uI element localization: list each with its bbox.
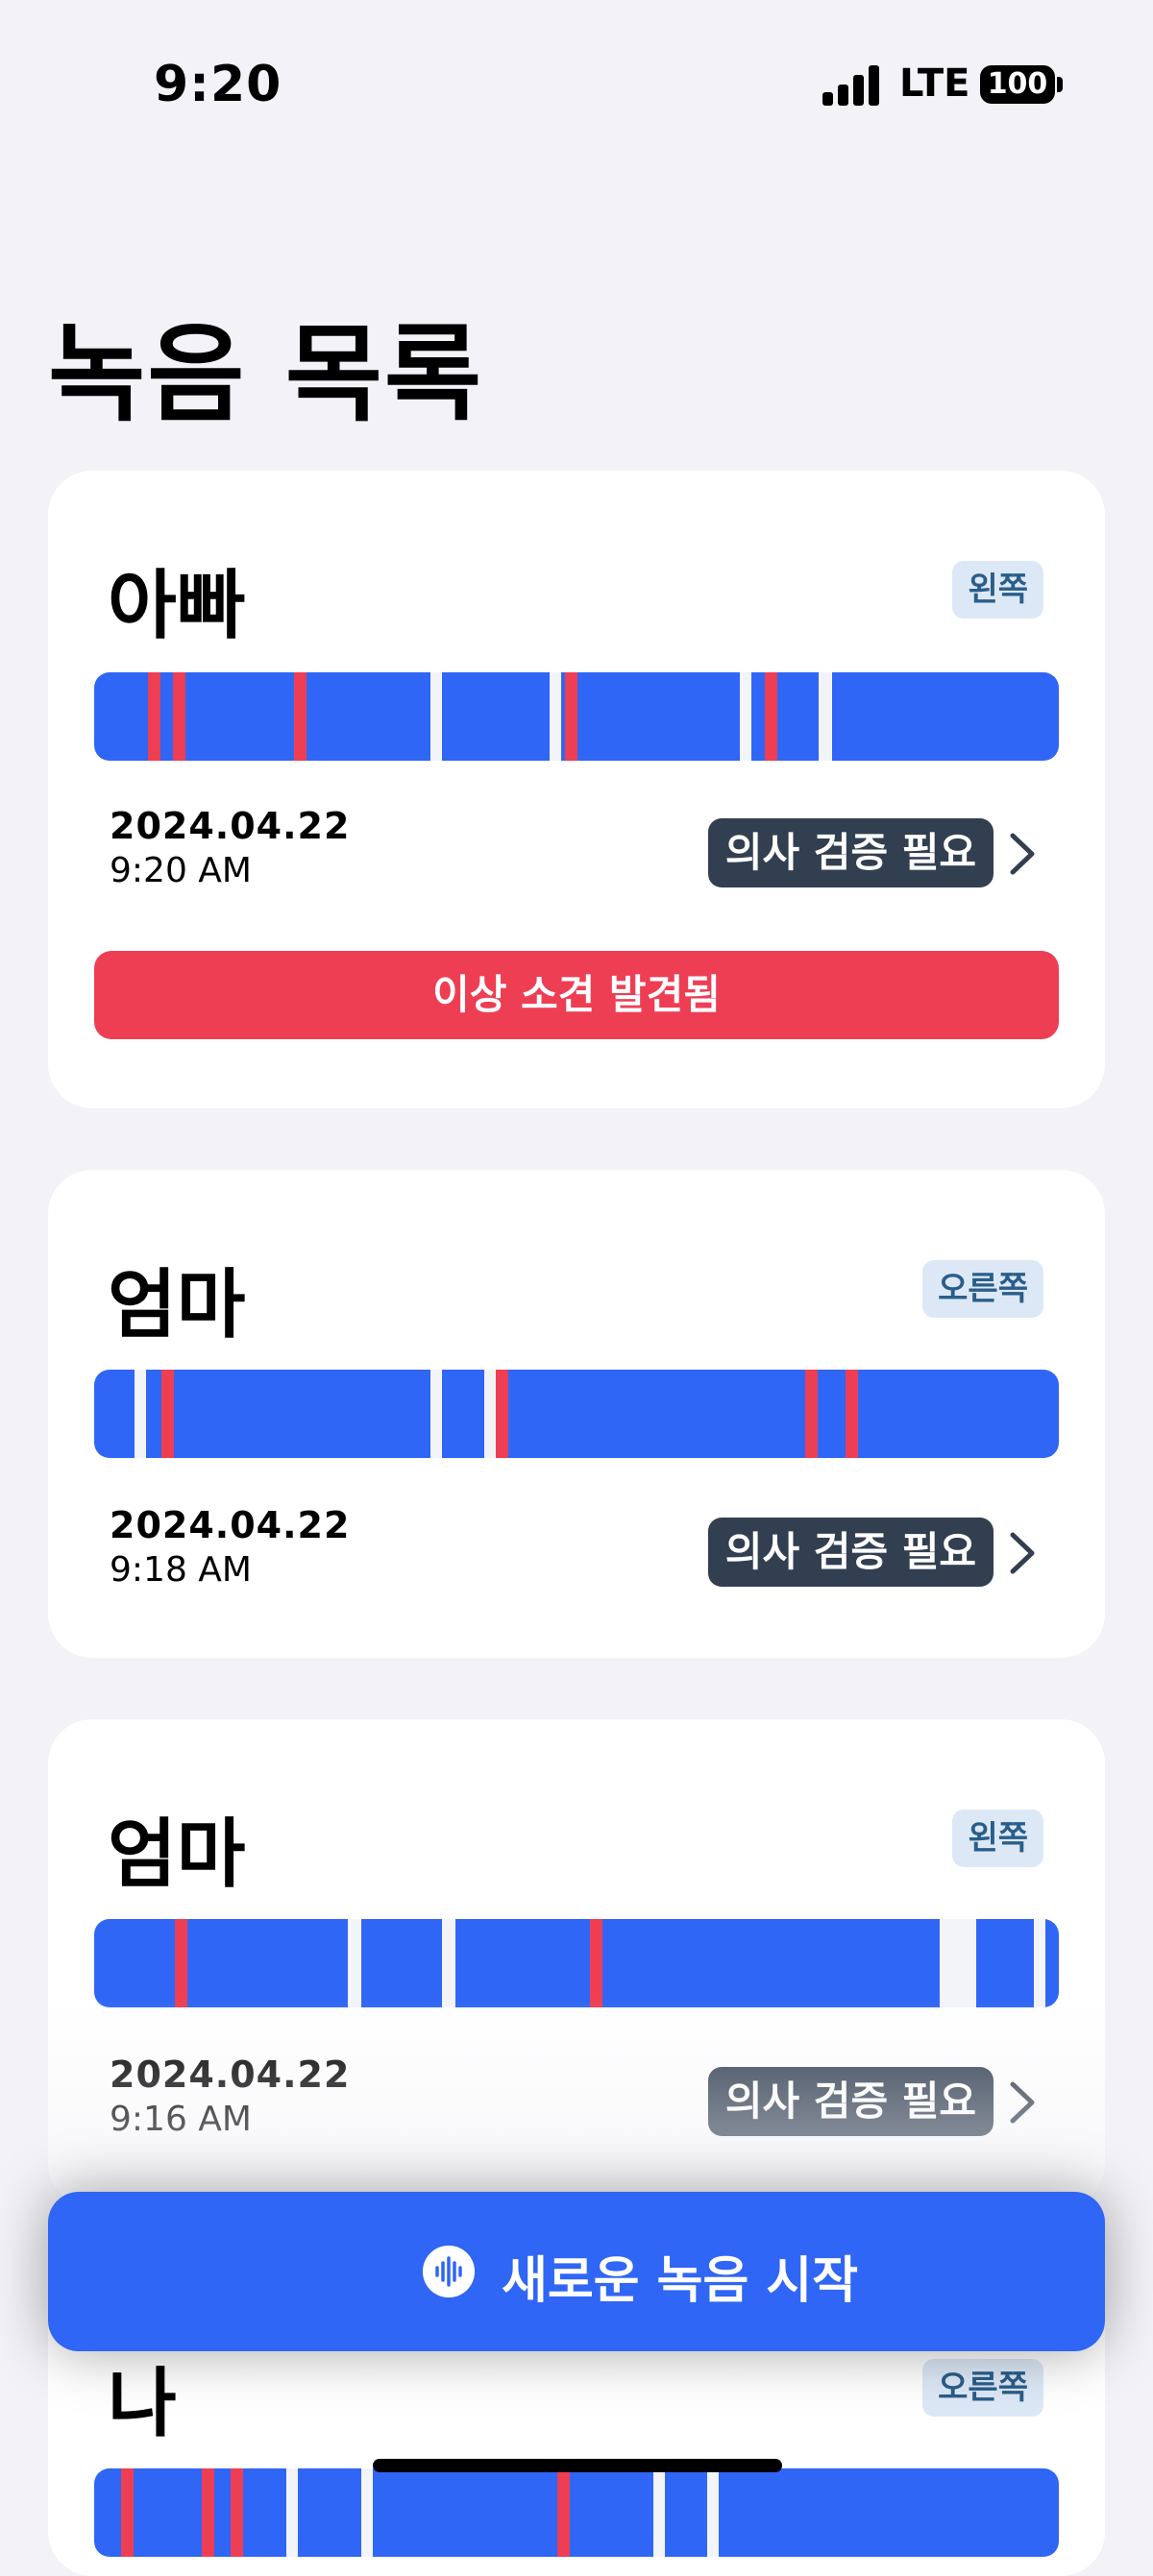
- status-time: 9:20: [154, 56, 282, 113]
- recording-time: 9:20 AM: [110, 851, 252, 890]
- recording-time: 9:16 AM: [110, 2100, 252, 2139]
- anomaly-marker: [148, 672, 160, 761]
- side-badge: 왼쪽: [952, 561, 1043, 619]
- timeline-gap: [819, 672, 832, 761]
- recording-name: 엄마: [108, 1811, 246, 1898]
- anomaly-marker: [565, 672, 577, 761]
- page-title: 녹음 목록: [48, 313, 484, 436]
- chevron-right-icon[interactable]: [997, 1529, 1045, 1577]
- anomaly-marker: [557, 2468, 570, 2557]
- recording-date: 2024.04.22: [110, 805, 351, 847]
- timeline-gap: [348, 1919, 361, 2007]
- anomaly-marker: [846, 1370, 858, 1458]
- anomaly-marker: [805, 1370, 818, 1458]
- audio-timeline: [94, 1370, 1059, 1458]
- new-recording-label: 새로운 녹음 시작: [502, 2252, 859, 2310]
- recording-card[interactable]: 엄마 왼쪽 2024.04.22 9:16 AM 의사 검증 필요: [48, 1719, 1105, 2207]
- doctor-verify-badge: 의사 검증 필요: [707, 818, 994, 887]
- timeline-gap: [1034, 1919, 1045, 2007]
- anomaly-marker: [173, 672, 185, 761]
- battery-icon: 100: [980, 65, 1055, 104]
- chevron-right-icon[interactable]: [997, 2078, 1045, 2126]
- timeline-gap: [442, 1919, 455, 2007]
- network-label: LTE: [899, 61, 970, 106]
- recording-name: 아빠: [108, 563, 246, 649]
- home-indicator: [373, 2459, 782, 2472]
- side-badge: 오른쪽: [922, 2359, 1043, 2417]
- doctor-verify-badge: 의사 검증 필요: [707, 2067, 994, 2136]
- anomaly-marker: [765, 672, 777, 761]
- chevron-right-icon[interactable]: [997, 830, 1045, 878]
- anomaly-marker: [175, 1919, 187, 2007]
- timeline-gap: [940, 1919, 976, 2007]
- timeline-gap: [653, 2468, 665, 2557]
- timeline-gap: [550, 672, 561, 761]
- timeline-gap: [740, 672, 751, 761]
- side-badge: 오른쪽: [922, 1260, 1043, 1318]
- audio-timeline: [94, 672, 1059, 761]
- anomaly-marker: [121, 2468, 134, 2557]
- waveform-icon: [423, 2246, 475, 2297]
- timeline-gap: [135, 1370, 146, 1458]
- signal-icon: [822, 65, 880, 106]
- anomaly-marker: [590, 1919, 602, 2007]
- battery-tip: [1057, 77, 1063, 92]
- anomaly-marker: [294, 672, 307, 761]
- recording-card[interactable]: 아빠 왼쪽 2024.04.22 9:20 AM 의사 검증 필요 이상 소견 …: [48, 471, 1105, 1108]
- abnormal-finding-banner: 이상 소견 발견됨: [94, 951, 1059, 1039]
- new-recording-button[interactable]: 새로운 녹음 시작: [48, 2192, 1105, 2351]
- timeline-gap: [430, 672, 442, 761]
- recording-date: 2024.04.22: [110, 1504, 351, 1546]
- timeline-gap: [361, 2468, 373, 2557]
- recording-time: 9:18 AM: [110, 1550, 252, 1590]
- audio-timeline: [94, 2468, 1059, 2557]
- audio-timeline: [94, 1919, 1059, 2007]
- timeline-gap: [286, 2468, 298, 2557]
- anomaly-marker: [496, 1370, 508, 1458]
- doctor-verify-badge: 의사 검증 필요: [707, 1518, 994, 1587]
- recording-name: 나: [108, 2361, 177, 2447]
- recording-name: 엄마: [108, 1262, 246, 1349]
- recording-card[interactable]: 엄마 오른쪽 2024.04.22 9:18 AM 의사 검증 필요: [48, 1170, 1105, 1658]
- status-bar: 9:20 LTE 100: [0, 0, 1153, 173]
- anomaly-marker: [231, 2468, 243, 2557]
- anomaly-marker: [161, 1370, 174, 1458]
- recording-date: 2024.04.22: [110, 2054, 351, 2096]
- anomaly-marker: [202, 2468, 214, 2557]
- side-badge: 왼쪽: [952, 1810, 1043, 1867]
- timeline-gap: [484, 1370, 496, 1458]
- timeline-gap: [430, 1370, 442, 1458]
- timeline-gap: [707, 2468, 719, 2557]
